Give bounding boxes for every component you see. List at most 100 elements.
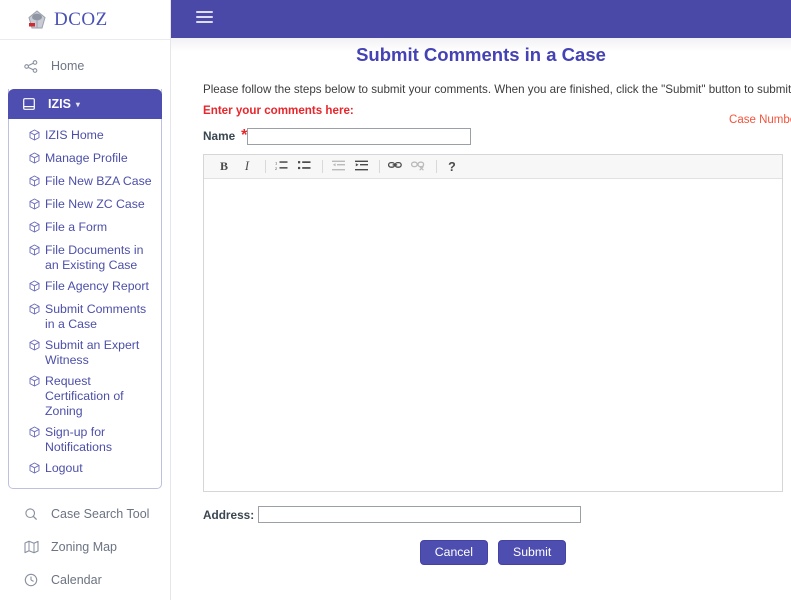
cube-icon xyxy=(29,339,42,355)
address-field-row: Address: xyxy=(203,506,783,523)
sidebar-item-home[interactable]: Home xyxy=(0,52,170,80)
name-label: Name xyxy=(203,129,235,143)
sidebar-item-file-agency-report[interactable]: File Agency Report xyxy=(9,276,161,299)
address-label: Address: xyxy=(203,508,254,522)
cube-icon xyxy=(29,462,42,478)
sidebar-item-label: Logout xyxy=(45,461,83,476)
sidebar-item-label: File Agency Report xyxy=(45,279,149,294)
top-bar xyxy=(171,0,791,38)
cube-icon xyxy=(29,303,42,319)
sidebar-group-izis-header[interactable]: IZIS ▾ xyxy=(8,89,162,119)
hamburger-line xyxy=(196,11,213,13)
window-icon xyxy=(21,98,37,110)
cube-icon xyxy=(29,152,42,168)
page-title: Submit Comments in a Case xyxy=(171,38,791,66)
editor-text-area[interactable] xyxy=(204,179,782,491)
case-number-label: Case Number xyxy=(729,114,791,126)
sidebar-item-file-new-zc-case[interactable]: File New ZC Case xyxy=(9,194,161,217)
sidebar-item-label: File Documents in an Existing Case xyxy=(45,243,155,273)
increase-indent-icon xyxy=(355,160,368,174)
sidebar-item-izis-home[interactable]: IZIS Home xyxy=(9,125,161,148)
sidebar-item-label: IZIS Home xyxy=(45,128,104,143)
sidebar-item-submit-an-expert-witness[interactable]: Submit an Expert Witness xyxy=(9,335,161,371)
sidebar-item-label: Manage Profile xyxy=(45,151,128,166)
svg-text:1: 1 xyxy=(275,160,278,165)
increase-indent-button[interactable] xyxy=(351,157,371,176)
sidebar-item-label: File New BZA Case xyxy=(45,174,152,189)
sidebar-item-manage-profile[interactable]: Manage Profile xyxy=(9,148,161,171)
magnifier-icon xyxy=(22,507,40,521)
sidebar-item-label: Sign-up for Notifications xyxy=(45,425,155,455)
sidebar-item-label: Submit an Expert Witness xyxy=(45,338,155,368)
sidebar-item-logout[interactable]: Logout xyxy=(9,458,161,481)
cube-icon xyxy=(29,198,42,214)
editor-toolbar: B I 1 2 xyxy=(204,155,782,179)
sidebar-item-label: Home xyxy=(51,59,84,73)
clock-icon xyxy=(22,573,40,587)
instruction-text: Enter your comments here: xyxy=(203,104,783,117)
cancel-button[interactable]: Cancel xyxy=(420,540,488,565)
cube-icon xyxy=(29,129,42,145)
intro-text: Please follow the steps below to submit … xyxy=(203,83,783,96)
sidebar-item-label: Zoning Map xyxy=(51,540,117,554)
sidebar-secondary-nav: Case Search Tool Zoning Map xyxy=(0,489,170,596)
sidebar-item-case-search-tool[interactable]: Case Search Tool xyxy=(0,497,170,530)
sidebar-item-calendar[interactable]: Calendar xyxy=(0,563,170,596)
toolbar-separator xyxy=(379,160,380,173)
sidebar-item-sign-up-for-notifications[interactable]: Sign-up for Notifications xyxy=(9,422,161,458)
decrease-indent-button[interactable] xyxy=(328,157,348,176)
cube-icon xyxy=(29,280,42,296)
ordered-list-button[interactable]: 1 2 xyxy=(271,157,291,176)
cube-icon xyxy=(29,426,42,442)
sidebar-item-file-new-bza-case[interactable]: File New BZA Case xyxy=(9,171,161,194)
main-content: Submit Comments in a Case Please follow … xyxy=(171,38,791,600)
help-button[interactable]: ? xyxy=(442,157,462,176)
sidebar-item-label: File New ZC Case xyxy=(45,197,145,212)
submit-button[interactable]: Submit xyxy=(498,540,566,565)
name-input[interactable] xyxy=(247,128,471,145)
ordered-list-icon: 1 2 xyxy=(275,160,288,174)
cube-icon xyxy=(29,221,42,237)
svg-text:2: 2 xyxy=(275,166,278,171)
unlink-icon xyxy=(411,160,425,174)
app-window: DCOZ Home xyxy=(0,0,791,600)
sidebar-item-submit-comments-in-a-case[interactable]: Submit Comments in a Case xyxy=(9,299,161,335)
sidebar-group-label: IZIS xyxy=(48,97,71,111)
bulleted-list-button[interactable] xyxy=(294,157,314,176)
sidebar-nav: Home IZIS ▾ xyxy=(0,40,170,596)
cube-icon xyxy=(29,244,42,260)
address-input[interactable] xyxy=(258,506,581,523)
sidebar-item-zoning-map[interactable]: Zoning Map xyxy=(0,530,170,563)
dc-seal-icon xyxy=(27,9,47,31)
sidebar-submenu: IZIS Home Manage Profile File New BZA Ca… xyxy=(9,119,161,488)
brand-title: DCOZ xyxy=(54,9,108,31)
sidebar-item-label: Calendar xyxy=(51,573,102,587)
hamburger-icon[interactable] xyxy=(196,11,213,25)
sidebar-group-izis: IZIS ▾ IZIS Home Manage Profile xyxy=(8,89,162,489)
link-icon xyxy=(388,160,402,173)
bulleted-list-icon xyxy=(298,160,311,174)
brand-header[interactable]: DCOZ xyxy=(0,0,170,40)
toolbar-separator xyxy=(322,160,323,173)
sidebar-item-request-certification-of-zoning[interactable]: Request Certification of Zoning xyxy=(9,371,161,422)
sidebar-item-label: Request Certification of Zoning xyxy=(45,374,155,419)
comments-editor: B I 1 2 xyxy=(203,154,783,492)
sidebar: DCOZ Home xyxy=(0,0,171,600)
cube-icon xyxy=(29,375,42,391)
sidebar-item-label: Submit Comments in a Case xyxy=(45,302,155,332)
form-container: Please follow the steps below to submit … xyxy=(171,83,791,565)
link-button[interactable] xyxy=(385,157,405,176)
hamburger-line xyxy=(196,16,213,18)
toolbar-separator xyxy=(436,160,437,173)
sidebar-item-file-a-form[interactable]: File a Form xyxy=(9,217,161,240)
cube-icon xyxy=(29,175,42,191)
name-field-row: Name* xyxy=(203,127,783,145)
unlink-button[interactable] xyxy=(408,157,428,176)
sidebar-item-file-documents-existing-case[interactable]: File Documents in an Existing Case xyxy=(9,240,161,276)
bold-button[interactable]: B xyxy=(214,157,234,176)
decrease-indent-icon xyxy=(332,160,345,174)
sidebar-item-label: Case Search Tool xyxy=(51,507,149,521)
italic-button[interactable]: I xyxy=(237,157,257,176)
map-icon xyxy=(22,540,40,554)
hamburger-line xyxy=(196,21,213,23)
